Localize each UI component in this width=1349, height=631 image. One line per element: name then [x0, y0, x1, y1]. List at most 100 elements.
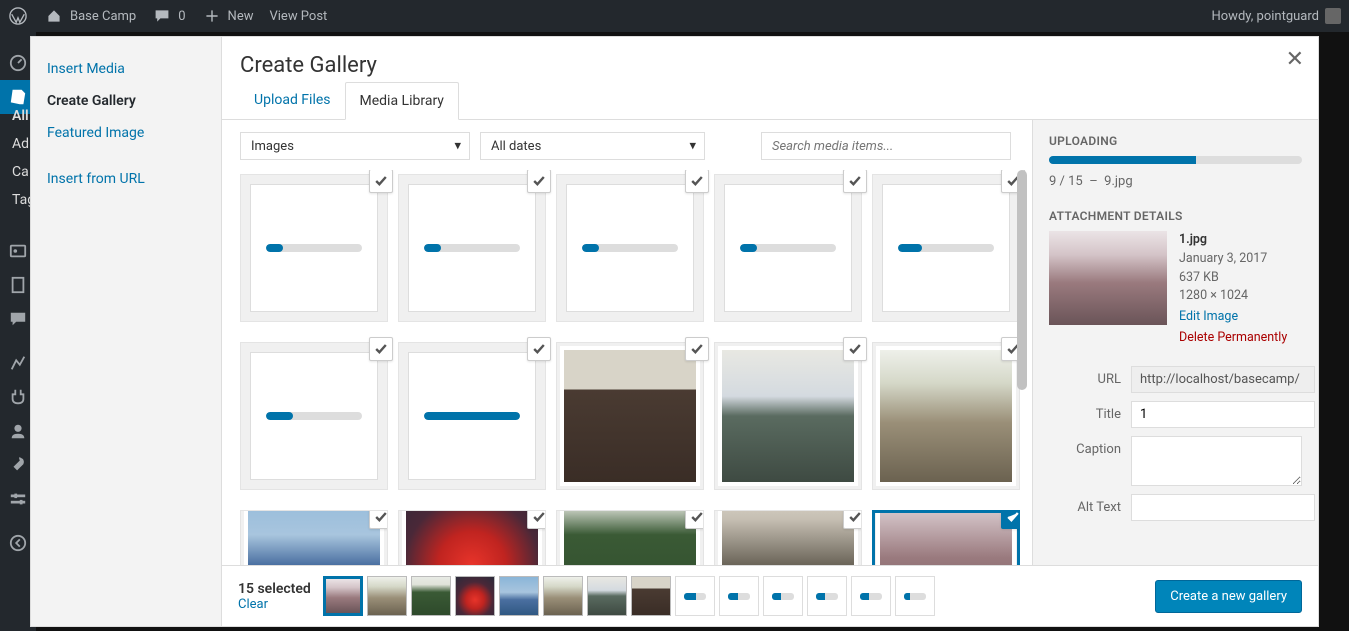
details-panel: UPLOADING 9 / 15 – 9.jpg ATTACHMENT DETA… — [1033, 120, 1318, 565]
selection-thumb-uploading[interactable] — [763, 576, 803, 616]
view-post-link[interactable]: View Post — [269, 9, 327, 24]
attachment-meta: 1.jpg January 3, 2017 637 KB 1280 × 1024… — [1179, 231, 1287, 348]
wp-logo[interactable] — [8, 6, 28, 26]
delete-permanently-link[interactable]: Delete Permanently — [1179, 329, 1287, 348]
selection-strip — [323, 576, 935, 616]
caption-label: Caption — [1049, 436, 1121, 457]
check-icon[interactable] — [527, 510, 546, 529]
selection-thumb-uploading[interactable] — [895, 576, 935, 616]
sidebar-insert-media[interactable]: Insert Media — [47, 53, 205, 85]
wordpress-icon — [8, 6, 28, 26]
scrollbar[interactable] — [1016, 170, 1028, 565]
attachment-thumbnail — [1049, 231, 1167, 325]
media-tile[interactable] — [872, 510, 1020, 565]
sidebar-create-gallery[interactable]: Create Gallery — [47, 85, 205, 117]
selected-count: 15 selected — [238, 581, 311, 597]
filter-date-select[interactable]: All dates ▾ — [480, 132, 705, 160]
filter-bar: Images ▾ All dates ▾ — [222, 120, 1032, 170]
check-icon[interactable] — [685, 510, 704, 529]
check-icon[interactable] — [843, 510, 862, 529]
chevron-down-icon: ▾ — [454, 139, 461, 154]
uploading-heading: UPLOADING — [1049, 134, 1302, 148]
media-tile[interactable] — [240, 510, 388, 565]
media-tile[interactable] — [398, 342, 546, 490]
media-tile[interactable] — [556, 342, 704, 490]
site-name-text: Base Camp — [70, 9, 136, 24]
alt-text-label: Alt Text — [1049, 494, 1121, 515]
media-tile[interactable] — [556, 174, 704, 322]
upload-progress-bar — [1049, 156, 1302, 164]
home-icon — [44, 6, 64, 26]
sidebar-insert-from-url[interactable]: Insert from URL — [47, 163, 205, 195]
selection-thumb[interactable] — [367, 576, 407, 616]
site-name-link[interactable]: Base Camp — [44, 6, 136, 26]
modal-sidebar: Insert Media Create Gallery Featured Ima… — [31, 37, 222, 626]
caption-field[interactable] — [1131, 436, 1302, 486]
upload-status-count: 9 / 15 — [1049, 174, 1083, 189]
howdy-text: Howdy, pointguard — [1211, 9, 1319, 24]
media-tile[interactable] — [240, 174, 388, 322]
media-tile[interactable] — [714, 510, 862, 565]
selection-thumb[interactable] — [543, 576, 583, 616]
attachment-heading: ATTACHMENT DETAILS — [1049, 209, 1302, 223]
edit-image-link[interactable]: Edit Image — [1179, 308, 1287, 327]
selection-thumb-uploading[interactable] — [675, 576, 715, 616]
media-tile[interactable] — [872, 342, 1020, 490]
check-icon[interactable] — [843, 170, 867, 193]
avatar-icon — [1325, 8, 1341, 24]
media-tile[interactable] — [240, 342, 388, 490]
plus-icon — [202, 6, 222, 26]
selection-thumb-uploading[interactable] — [851, 576, 891, 616]
comments-count: 0 — [178, 9, 185, 24]
sidebar-featured-image[interactable]: Featured Image — [47, 117, 205, 149]
chevron-down-icon: ▾ — [689, 139, 696, 154]
media-tile[interactable] — [872, 174, 1020, 322]
check-icon[interactable] — [685, 337, 709, 361]
selection-thumb[interactable] — [323, 576, 363, 616]
create-gallery-button[interactable]: Create a new gallery — [1155, 580, 1302, 613]
media-tile[interactable] — [714, 342, 862, 490]
selection-thumb[interactable] — [631, 576, 671, 616]
alt-text-field[interactable] — [1131, 494, 1315, 521]
check-icon[interactable] — [369, 510, 388, 529]
search-input[interactable] — [761, 132, 1011, 160]
selection-thumb[interactable] — [411, 576, 451, 616]
tab-upload-files[interactable]: Upload Files — [240, 82, 345, 119]
url-field[interactable] — [1131, 366, 1315, 393]
comment-icon — [152, 6, 172, 26]
selection-thumb[interactable] — [499, 576, 539, 616]
media-tile[interactable] — [714, 174, 862, 322]
view-post-label: View Post — [269, 9, 327, 24]
attachment-size: 637 KB — [1179, 269, 1287, 288]
attachment-dimensions: 1280 × 1024 — [1179, 287, 1287, 306]
media-grid — [240, 174, 1020, 565]
media-tile[interactable] — [398, 510, 546, 565]
modal-main: Create Gallery Upload Files Media Librar… — [222, 37, 1318, 626]
selection-thumb[interactable] — [587, 576, 627, 616]
modal-footer: 15 selected Clear Create a new gallery — [222, 565, 1318, 626]
media-tile[interactable] — [398, 174, 546, 322]
howdy-account[interactable]: Howdy, pointguard — [1211, 8, 1341, 24]
title-field[interactable] — [1131, 401, 1315, 428]
new-content-link[interactable]: New — [202, 6, 254, 26]
wp-admin-bar: Base Camp 0 New View Post Howdy, pointgu… — [0, 0, 1349, 32]
tab-media-library[interactable]: Media Library — [345, 82, 459, 120]
filter-type-select[interactable]: Images ▾ — [240, 132, 470, 160]
clear-selection[interactable]: Clear — [238, 597, 311, 612]
check-icon[interactable] — [527, 337, 551, 361]
check-icon[interactable] — [685, 170, 709, 193]
url-label: URL — [1049, 366, 1121, 387]
selection-thumb-uploading[interactable] — [719, 576, 759, 616]
upload-status: 9 / 15 – 9.jpg — [1049, 174, 1302, 189]
attachment-date: January 3, 2017 — [1179, 250, 1287, 269]
selection-thumb-uploading[interactable] — [807, 576, 847, 616]
media-grid-wrap[interactable] — [222, 170, 1032, 565]
upload-status-file: 9.jpg — [1104, 174, 1132, 189]
check-icon[interactable] — [527, 170, 551, 193]
media-tile[interactable] — [556, 510, 704, 565]
check-icon[interactable] — [369, 337, 393, 361]
check-icon[interactable] — [843, 337, 867, 361]
comments-link[interactable]: 0 — [152, 6, 185, 26]
check-icon[interactable] — [369, 170, 393, 193]
selection-thumb[interactable] — [455, 576, 495, 616]
